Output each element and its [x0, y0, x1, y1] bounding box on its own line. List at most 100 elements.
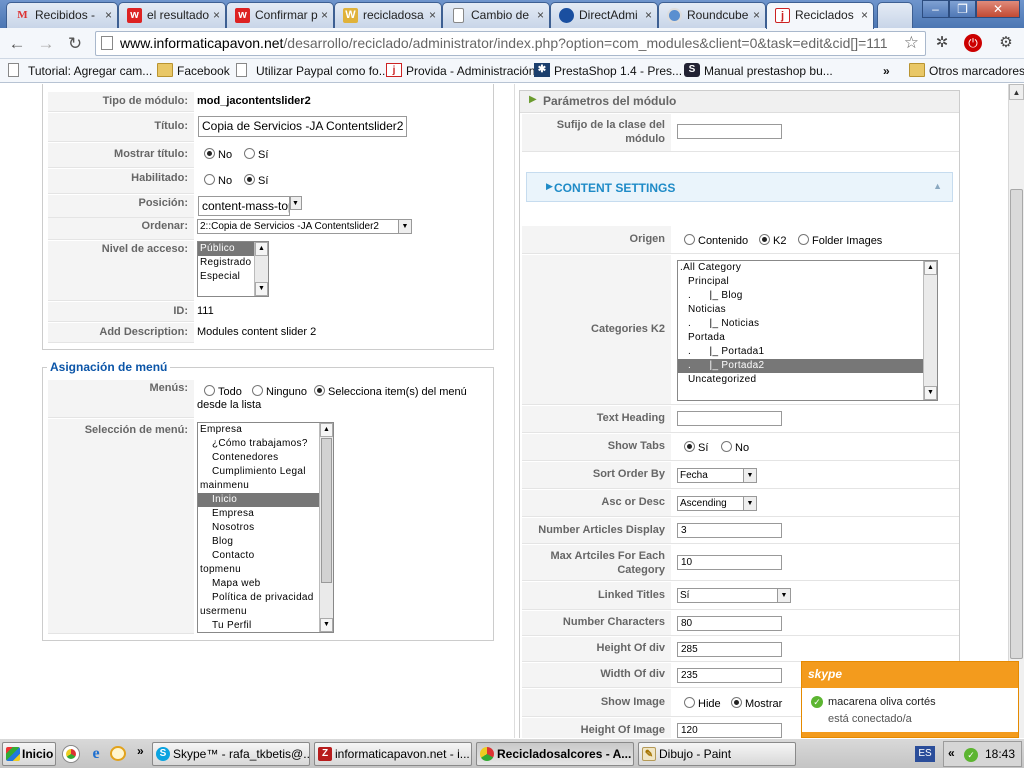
sort-order-select[interactable]: Fecha ▼ [677, 468, 757, 483]
enabled-no-option[interactable]: No [204, 174, 232, 187]
collapse-arrow-icon[interactable]: ▲ [933, 181, 942, 191]
bookmark-tutorial[interactable]: Tutorial: Agregar cam... [8, 63, 152, 79]
chrome-quicklaunch-icon[interactable] [63, 746, 79, 762]
close-icon[interactable]: × [429, 3, 436, 27]
height-div-input[interactable]: 285 [677, 642, 782, 657]
list-item[interactable]: Tu Perfil [198, 619, 333, 632]
radio-icon[interactable] [252, 385, 263, 396]
params-header[interactable]: ▶ Parámetros del módulo [520, 91, 959, 113]
title-input[interactable]: Copia de Servicios -JA Contentslider2 [198, 116, 407, 137]
bookmark-facebook[interactable]: Facebook [157, 63, 230, 79]
list-item[interactable]: topmenu [198, 563, 333, 577]
list-item[interactable]: Principal [678, 275, 937, 289]
menus-all-option[interactable]: Todo [204, 385, 242, 398]
close-icon[interactable]: × [537, 3, 544, 27]
messenger-quicklaunch-icon[interactable] [110, 746, 126, 761]
close-icon[interactable]: × [861, 3, 868, 27]
radio-selected-icon[interactable] [244, 174, 255, 185]
clock[interactable]: 18:43 [985, 747, 1015, 761]
list-item[interactable]: . |_ Noticias [678, 317, 937, 331]
max-articles-input[interactable]: 10 [677, 555, 782, 570]
list-item[interactable]: mainmenu [198, 479, 333, 493]
quicklaunch-more-icon[interactable]: » [137, 744, 144, 758]
scroll-thumb[interactable] [1010, 189, 1023, 659]
tab-resultado[interactable]: w el resultado × [118, 2, 226, 28]
taskbar-chrome[interactable]: Recicladosalcores - A... [476, 742, 634, 766]
tab-roundcube[interactable]: Roundcube × [658, 2, 766, 28]
window-close-icon[interactable]: ✕ [976, 0, 1020, 18]
radio-selected-icon[interactable] [314, 385, 325, 396]
show-tabs-yes-option[interactable]: Sí [684, 441, 708, 454]
taskbar-paint[interactable]: ✎ Dibujo - Paint [638, 742, 796, 766]
height-image-input[interactable]: 120 [677, 723, 782, 738]
bookmark-paypal[interactable]: Utilizar Paypal como fo... [236, 63, 389, 79]
taskbar-filezilla[interactable]: Zinformaticapavon.net - i... [314, 742, 472, 766]
taskbar-skype[interactable]: S Skype™ - rafa_tkbetis@... [152, 742, 310, 766]
start-button[interactable]: Inicio [2, 742, 56, 766]
origin-folder-images-option[interactable]: Folder Images [798, 234, 882, 247]
bookmarks-more-icon[interactable]: » [883, 63, 890, 79]
tab-cambio[interactable]: Cambio de × [442, 2, 550, 28]
skype-notification[interactable]: skype ✓ macarena oliva cortés está conec… [801, 661, 1019, 738]
radio-selected-icon[interactable] [731, 697, 742, 708]
radio-icon[interactable] [684, 234, 695, 245]
radio-icon[interactable] [721, 441, 732, 452]
scroll-thumb[interactable] [321, 438, 332, 583]
text-heading-input[interactable] [677, 411, 782, 426]
menus-none-option[interactable]: Ninguno [252, 385, 307, 398]
list-item[interactable]: Contacto [198, 549, 333, 563]
position-dropdown[interactable]: ▼ [290, 196, 302, 210]
scroll-down-icon[interactable]: ▼ [924, 386, 937, 400]
list-item[interactable]: Uncategorized [678, 373, 937, 387]
scroll-up-icon[interactable]: ▲ [924, 261, 937, 275]
radio-selected-icon[interactable] [759, 234, 770, 245]
minimize-icon[interactable]: – [922, 0, 949, 18]
forward-icon[interactable]: → [35, 33, 57, 55]
list-item[interactable]: usermenu [198, 605, 333, 619]
close-icon[interactable]: × [321, 3, 328, 27]
content-settings-header[interactable]: ▶ CONTENT SETTINGS ▲ [526, 172, 953, 202]
radio-icon[interactable] [798, 234, 809, 245]
list-item[interactable]: . |_ Portada1 [678, 345, 937, 359]
list-item[interactable]: Portada [678, 331, 937, 345]
tab-gmail[interactable]: M Recibidos - × [6, 2, 118, 28]
list-item[interactable]: Cumplimiento Legal [198, 465, 333, 479]
scroll-down-icon[interactable]: ▼ [320, 618, 333, 632]
scrollbar[interactable]: ▲ ▼ [923, 261, 937, 400]
show-title-no-option[interactable]: No [204, 148, 232, 161]
tab-recicladosa[interactable]: Wrecicladosa × [334, 2, 442, 28]
menu-selection-listbox[interactable]: Empresa ¿Cómo trabajamos? Contenedores C… [197, 422, 334, 633]
close-icon[interactable]: × [645, 3, 652, 27]
num-display-input[interactable]: 3 [677, 523, 782, 538]
show-title-yes-option[interactable]: Sí [244, 148, 268, 161]
star-icon[interactable]: ☆ [904, 32, 919, 54]
close-icon[interactable]: × [753, 3, 760, 27]
radio-icon[interactable] [684, 697, 695, 708]
stop-icon[interactable]: ⏻ [964, 34, 982, 52]
width-div-input[interactable]: 235 [677, 668, 782, 683]
access-level-listbox[interactable]: Público Registrado Especial ▲ ▼ [197, 241, 269, 297]
list-item[interactable]: Política de privacidad [198, 591, 333, 605]
list-item[interactable]: Blog [198, 535, 333, 549]
extension-bug-icon[interactable]: ✲ [932, 33, 952, 53]
tray-expand-icon[interactable]: « [948, 746, 955, 760]
close-icon[interactable]: × [105, 3, 112, 27]
radio-icon[interactable] [204, 174, 215, 185]
bookmark-otros[interactable]: Otros marcadores [909, 63, 1024, 79]
radio-selected-icon[interactable] [684, 441, 695, 452]
tab-reciclados-active[interactable]: j Reciclados × [766, 2, 874, 29]
class-suffix-input[interactable] [677, 124, 782, 139]
radio-selected-icon[interactable] [204, 148, 215, 159]
scrollbar[interactable]: ▲ ▼ [254, 242, 268, 296]
list-item[interactable]: Mapa web [198, 577, 333, 591]
show-image-show-option[interactable]: Mostrar [731, 697, 782, 710]
back-icon[interactable]: ← [6, 33, 28, 55]
scroll-up-icon[interactable]: ▲ [1009, 84, 1024, 100]
close-icon[interactable]: × [213, 3, 220, 27]
bookmark-manual[interactable]: S Manual prestashop bu... [684, 63, 833, 79]
list-item[interactable]: . |_ Blog [678, 289, 937, 303]
list-item[interactable]: Empresa [198, 507, 333, 521]
list-item[interactable]: . |_ Portada2 [678, 359, 937, 373]
num-chars-input[interactable]: 80 [677, 616, 782, 631]
linked-titles-select[interactable]: Sí ▼ [677, 588, 791, 603]
